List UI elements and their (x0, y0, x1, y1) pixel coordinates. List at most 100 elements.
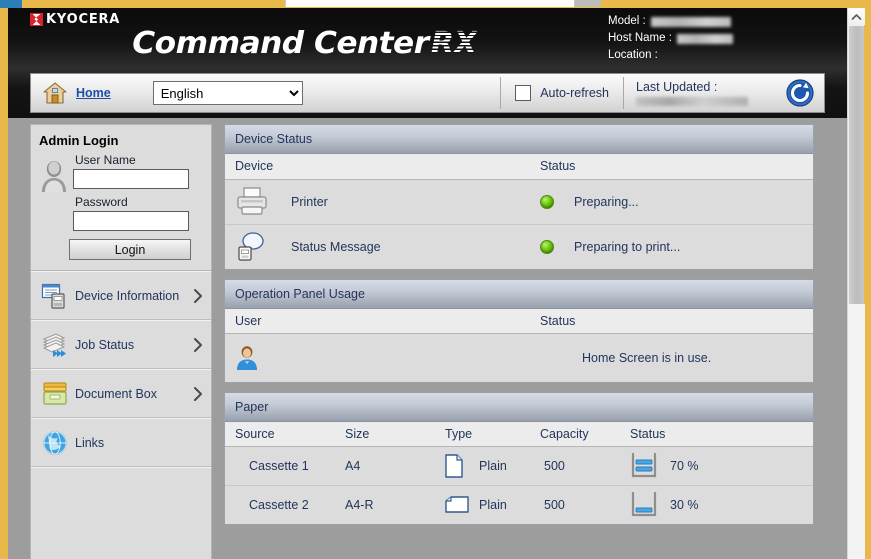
device-meta: Model : Host Name : Location : (608, 13, 733, 64)
paper-portrait-icon (445, 454, 463, 478)
paper-table: Source Size Type Capacity Status Cassett… (225, 421, 813, 524)
job-status-icon (41, 331, 69, 359)
user-icon (235, 345, 259, 371)
kyocera-logo: KYOCERA (30, 12, 120, 27)
home-nav-cell[interactable]: Home (31, 74, 123, 112)
cell-level: 70 % (620, 446, 813, 486)
password-input[interactable] (73, 211, 189, 231)
toolbar-area: Home English Auto-refresh Last Updated : (8, 68, 847, 118)
panel-device-status: Device Status Device Status Printer Prep… (224, 124, 814, 270)
chevron-up-icon (851, 13, 862, 20)
auto-refresh-cell[interactable]: Auto-refresh (501, 74, 623, 112)
tray-level-icon (630, 452, 658, 479)
sidebar-item-document-box[interactable]: Document Box (31, 369, 211, 418)
cell-status: Home Screen is in use. (530, 333, 813, 382)
sidebar-item-label: Document Box (75, 386, 157, 401)
sidebar-item-label: Device Information (75, 288, 180, 303)
window-left-border (0, 8, 8, 559)
panel-title: Operation Panel Usage (225, 279, 813, 309)
column-header-capacity: Capacity (530, 421, 620, 447)
panel-title: Device Status (225, 125, 813, 154)
sidebar: Admin Login User Name Password Login Dev… (30, 124, 212, 559)
kyocera-mark-icon (30, 13, 43, 26)
browser-tab-teal[interactable] (0, 0, 22, 8)
device-model-row: Model : (608, 13, 733, 30)
device-model-value-redacted (650, 16, 731, 27)
cell-status: Preparing... (530, 179, 813, 225)
column-header-user: User (225, 308, 530, 334)
home-link[interactable]: Home (76, 86, 111, 100)
product-suffix-rx: RX (430, 26, 478, 61)
printer-icon (235, 186, 269, 218)
table-row: Printer Preparing... (225, 179, 813, 225)
column-header-type: Type (435, 421, 530, 447)
cell-source: Cassette 1 (225, 446, 335, 486)
table-row: Cassette 1 A4 Plain 500 70 % (225, 446, 813, 486)
device-information-icon (41, 282, 69, 310)
browser-toolbar-button[interactable] (575, 0, 601, 7)
refresh-icon[interactable] (786, 79, 814, 107)
app-body: Admin Login User Name Password Login Dev… (8, 118, 847, 559)
scrollbar-track[interactable] (848, 304, 865, 559)
cell-size: A4 (335, 446, 435, 486)
panel-operation-panel-usage: Operation Panel Usage User Status Home S… (224, 278, 814, 383)
table-row: Home Screen is in use. (225, 333, 813, 382)
chevron-right-icon (193, 288, 205, 304)
device-hostname-value-redacted (676, 33, 733, 44)
cell-type: Plain (435, 485, 530, 524)
cell-type: Plain (435, 446, 530, 486)
level-percent: 70 % (670, 459, 699, 473)
sidebar-item-job-status[interactable]: Job Status (31, 320, 211, 369)
status-text: Preparing... (574, 194, 639, 209)
table-row: Cassette 2 A4-R Plain 500 30 % (225, 485, 813, 524)
content-column: Device Status Device Status Printer Prep… (224, 124, 814, 559)
table-header-row: User Status (225, 308, 813, 334)
column-header-status: Status (530, 308, 813, 334)
sidebar-item-links[interactable]: Links (31, 418, 211, 467)
device-name: Status Message (291, 239, 381, 254)
user-avatar-icon (39, 153, 69, 193)
device-hostname-row: Host Name : (608, 30, 733, 47)
admin-login-title: Admin Login (39, 133, 119, 148)
column-header-size: Size (335, 421, 435, 447)
window-right-border (864, 8, 871, 559)
sidebar-item-label: Job Status (75, 337, 135, 352)
column-header-status: Status (620, 421, 813, 447)
column-header-device: Device (225, 154, 530, 180)
product-name: Command Center (132, 26, 429, 61)
login-button[interactable]: Login (69, 239, 191, 260)
language-select[interactable]: English (152, 81, 303, 105)
cell-source: Cassette 2 (225, 485, 335, 524)
table-header-row: Source Size Type Capacity Status (225, 421, 813, 447)
user-name-input[interactable] (73, 169, 189, 189)
table-header-row: Device Status (225, 154, 813, 180)
password-label: Password (75, 195, 128, 209)
column-header-status: Status (530, 154, 813, 180)
cell-device: Printer (225, 179, 530, 225)
panel-title: Paper (225, 392, 813, 422)
home-icon (43, 82, 67, 104)
page-scrollbar[interactable] (847, 8, 865, 559)
toolbar: Home English Auto-refresh Last Updated : (30, 73, 825, 113)
browser-address-bar[interactable] (285, 0, 575, 7)
type-text: Plain (479, 459, 507, 473)
user-name-label: User Name (75, 153, 136, 167)
browser-viewport: KYOCERA Command Center RX Model : Host N… (0, 0, 871, 559)
auto-refresh-checkbox[interactable] (515, 85, 532, 101)
table-row: Status Message Preparing to print... (225, 224, 813, 269)
paper-landscape-icon (445, 496, 469, 514)
device-name: Printer (291, 194, 328, 209)
cell-device: Status Message (225, 224, 530, 269)
scrollbar-thumb[interactable] (849, 26, 864, 304)
status-message-icon (235, 231, 269, 263)
kyocera-wordmark: KYOCERA (46, 11, 121, 28)
app-header: KYOCERA Command Center RX Model : Host N… (8, 8, 847, 68)
cell-status: Preparing to print... (530, 224, 813, 269)
operation-panel-usage-table: User Status Home Screen is in use. (225, 308, 813, 382)
scrollbar-up-arrow[interactable] (848, 8, 865, 25)
admin-login-panel: Admin Login User Name Password Login (31, 125, 211, 270)
device-hostname-label: Host Name : (608, 32, 672, 44)
sidebar-item-device-information[interactable]: Device Information (31, 271, 211, 320)
device-model-label: Model : (608, 15, 646, 27)
cell-capacity: 500 (530, 485, 620, 524)
